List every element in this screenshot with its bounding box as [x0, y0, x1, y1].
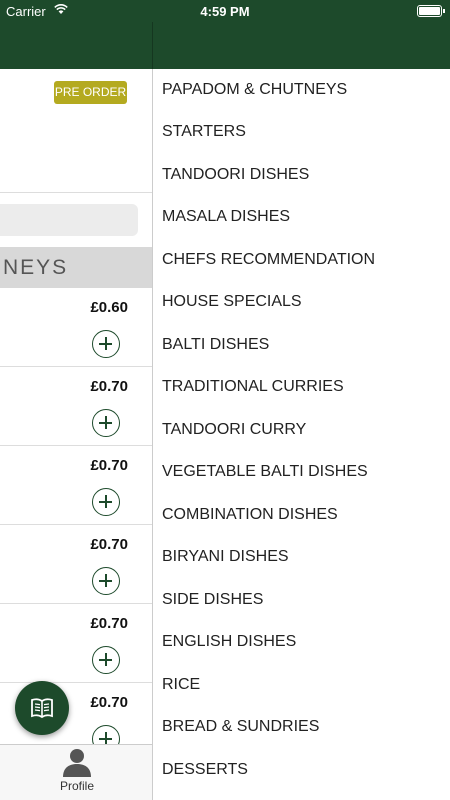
category-item[interactable]: STARTERS — [162, 123, 246, 141]
person-icon — [63, 749, 91, 777]
tab-bar: Profile — [0, 744, 152, 800]
status-bar: Carrier 4:59 PM — [0, 0, 450, 22]
profile-label: Profile — [59, 779, 94, 793]
divider — [0, 192, 152, 193]
item-price: £0.60 — [90, 299, 128, 316]
category-item[interactable]: PAPADOM & CHUTNEYS — [162, 81, 347, 99]
item-price: £0.70 — [90, 694, 128, 711]
item-price: £0.70 — [90, 615, 128, 632]
clock: 4:59 PM — [200, 4, 250, 19]
menu-item-row[interactable]: £0.70 — [0, 367, 152, 446]
menu-item-row[interactable]: £0.70 — [0, 604, 152, 683]
menu-book-button[interactable] — [15, 681, 69, 735]
search-input[interactable] — [0, 204, 138, 236]
category-item[interactable]: VEGETABLE BALTI DISHES — [162, 463, 368, 481]
category-item[interactable]: COMBINATION DISHES — [162, 506, 338, 524]
pre-order-badge[interactable]: PRE ORDER — [54, 81, 127, 104]
menu-item-row[interactable]: £0.70 — [0, 525, 152, 604]
item-price: £0.70 — [90, 457, 128, 474]
category-item[interactable]: TANDOORI CURRY — [162, 421, 306, 439]
category-item[interactable]: TRADITIONAL CURRIES — [162, 378, 344, 396]
category-side-menu: PAPADOM & CHUTNEYS STARTERS TANDOORI DIS… — [152, 69, 450, 800]
category-header: NEYS — [0, 247, 152, 288]
category-item[interactable]: SIDE DISHES — [162, 591, 263, 609]
category-item[interactable]: CHEFS RECOMMENDATION — [162, 251, 375, 269]
add-item-button[interactable] — [92, 567, 120, 595]
category-item[interactable]: TANDOORI DISHES — [162, 166, 309, 184]
item-price: £0.70 — [90, 536, 128, 553]
category-item[interactable]: HOUSE SPECIALS — [162, 293, 302, 311]
item-price: £0.70 — [90, 378, 128, 395]
menu-item-row[interactable]: £0.60 — [0, 288, 152, 367]
category-item[interactable]: DESSERTS — [162, 761, 248, 779]
book-icon — [31, 698, 53, 719]
add-item-button[interactable] — [92, 488, 120, 516]
add-item-button[interactable] — [92, 646, 120, 674]
add-item-button[interactable] — [92, 409, 120, 437]
nav-divider — [152, 22, 153, 69]
category-item[interactable]: ENGLISH DISHES — [162, 633, 296, 651]
tab-profile[interactable]: Profile — [50, 745, 104, 800]
battery-icon — [417, 5, 445, 17]
category-item[interactable]: BALTI DISHES — [162, 336, 269, 354]
menu-item-row[interactable]: £0.70 — [0, 446, 152, 525]
add-item-button[interactable] — [92, 330, 120, 358]
category-item[interactable]: BREAD & SUNDRIES — [162, 718, 319, 736]
category-item[interactable]: RICE — [162, 676, 200, 694]
category-item[interactable]: BIRYANI DISHES — [162, 548, 289, 566]
navigation-bar — [0, 22, 450, 69]
category-item[interactable]: MASALA DISHES — [162, 208, 290, 226]
